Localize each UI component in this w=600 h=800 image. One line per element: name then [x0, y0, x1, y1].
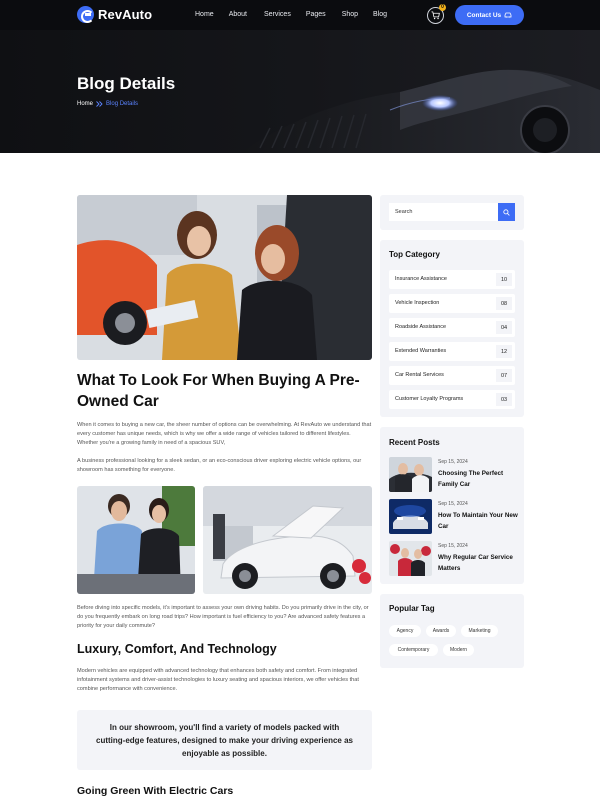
category-name: Car Rental Services: [395, 372, 444, 378]
search-input[interactable]: Search: [389, 203, 498, 221]
article-paragraph-3: Before diving into specific models, it's…: [77, 605, 369, 629]
category-count: 12: [496, 345, 512, 358]
section-heading-electric: Going Green With Electric Cars: [77, 785, 234, 797]
post-title-link[interactable]: Why Regular Car Service Matters: [438, 553, 518, 574]
article-title: What To Look For When Buying A Pre-Owned…: [77, 372, 360, 410]
nav-home[interactable]: Home: [195, 11, 214, 18]
nav-blog[interactable]: Blog: [373, 11, 387, 18]
logo-icon: [77, 6, 94, 23]
article-paragraph-2: A business professional looking for a sl…: [77, 458, 362, 473]
post-date: Sep 15, 2024: [438, 459, 468, 465]
page-title: Blog Details: [77, 74, 176, 93]
recent-posts-title: Recent Posts: [389, 438, 440, 447]
tag-contemporary[interactable]: Contemporary: [389, 644, 438, 656]
post-title-link[interactable]: Choosing The Perfect Family Car: [438, 469, 518, 490]
tag-marketing[interactable]: Marketing: [461, 625, 498, 637]
tag-awards[interactable]: Awards: [426, 625, 456, 637]
category-item[interactable]: Roadside Assistance 04: [389, 318, 515, 337]
nav-pages[interactable]: Pages: [306, 11, 326, 18]
brand-logo[interactable]: RevAuto: [77, 6, 152, 23]
nav-shop[interactable]: Shop: [342, 11, 358, 18]
category-count: 08: [496, 297, 512, 310]
category-name: Extended Warranties: [395, 348, 447, 354]
tag-modern[interactable]: Modern: [443, 644, 474, 656]
category-item[interactable]: Vehicle Inspection 08: [389, 294, 515, 313]
main-nav: Home About Services Pages Shop Blog: [195, 11, 403, 18]
category-item[interactable]: Insurance Assistance 10: [389, 270, 515, 289]
tag-agency[interactable]: Agency: [389, 625, 421, 637]
article-paragraph-1: When it comes to buying a new car, the s…: [77, 422, 372, 446]
article-image-showroom-car: [203, 486, 372, 594]
blockquote: In our showroom, you'll find a variety o…: [77, 710, 372, 770]
cart-icon: [431, 11, 440, 20]
nav-about[interactable]: About: [229, 11, 247, 18]
section-heading-luxury: Luxury, Comfort, And Technology: [77, 642, 277, 656]
breadcrumb: Home Blog Details: [77, 101, 138, 107]
contact-us-label: Contact Us: [466, 11, 502, 19]
cart-button[interactable]: 0: [427, 4, 446, 24]
popular-tags-title: Popular Tag: [389, 604, 435, 613]
category-name: Customer Loyalty Programs: [395, 396, 464, 402]
category-count: 04: [496, 321, 512, 334]
page-hero-banner: Blog Details Home Blog Details: [0, 30, 600, 153]
contact-us-button[interactable]: Contact Us: [455, 5, 524, 25]
category-count: 03: [496, 393, 512, 406]
category-item[interactable]: Extended Warranties 12: [389, 342, 515, 361]
post-thumbnail-1[interactable]: [389, 457, 432, 492]
post-date: Sep 15, 2024: [438, 543, 468, 549]
hero-car-image: [240, 69, 600, 153]
breadcrumb-home[interactable]: Home: [77, 101, 93, 107]
category-name: Roadside Assistance: [395, 324, 447, 330]
search-icon: [503, 208, 510, 216]
category-item[interactable]: Customer Loyalty Programs 03: [389, 390, 515, 409]
brand-name: RevAuto: [98, 7, 153, 22]
category-widget-title: Top Category: [389, 250, 440, 259]
category-name: Insurance Assistance: [395, 276, 447, 282]
post-thumbnail-3[interactable]: [389, 541, 432, 576]
post-thumbnail-2[interactable]: [389, 499, 432, 534]
post-date-text: Sep 15, 2024: [438, 459, 468, 465]
post-date-text: Sep 15, 2024: [438, 501, 468, 507]
post-date-text: Sep 15, 2024: [438, 543, 468, 549]
category-count: 07: [496, 369, 512, 382]
article-paragraph-4: Modern vehicles are equipped with advanc…: [77, 668, 359, 692]
category-item[interactable]: Car Rental Services 07: [389, 366, 515, 385]
double-chevron-right-icon: [96, 101, 103, 107]
category-count: 10: [496, 273, 512, 286]
breadcrumb-current: Blog Details: [106, 101, 139, 107]
car-icon: [504, 12, 512, 18]
article-hero-image: [77, 195, 372, 360]
category-name: Vehicle Inspection: [395, 300, 440, 306]
cart-count-badge: 0: [439, 4, 446, 11]
post-date: Sep 15, 2024: [438, 501, 468, 507]
post-title-link[interactable]: How To Maintain Your New Car: [438, 511, 518, 532]
top-navigation-bar: RevAuto Home About Services Pages Shop B…: [0, 0, 600, 30]
nav-services[interactable]: Services: [264, 11, 291, 18]
search-button[interactable]: [498, 203, 515, 221]
article-image-consultation: [77, 486, 195, 594]
